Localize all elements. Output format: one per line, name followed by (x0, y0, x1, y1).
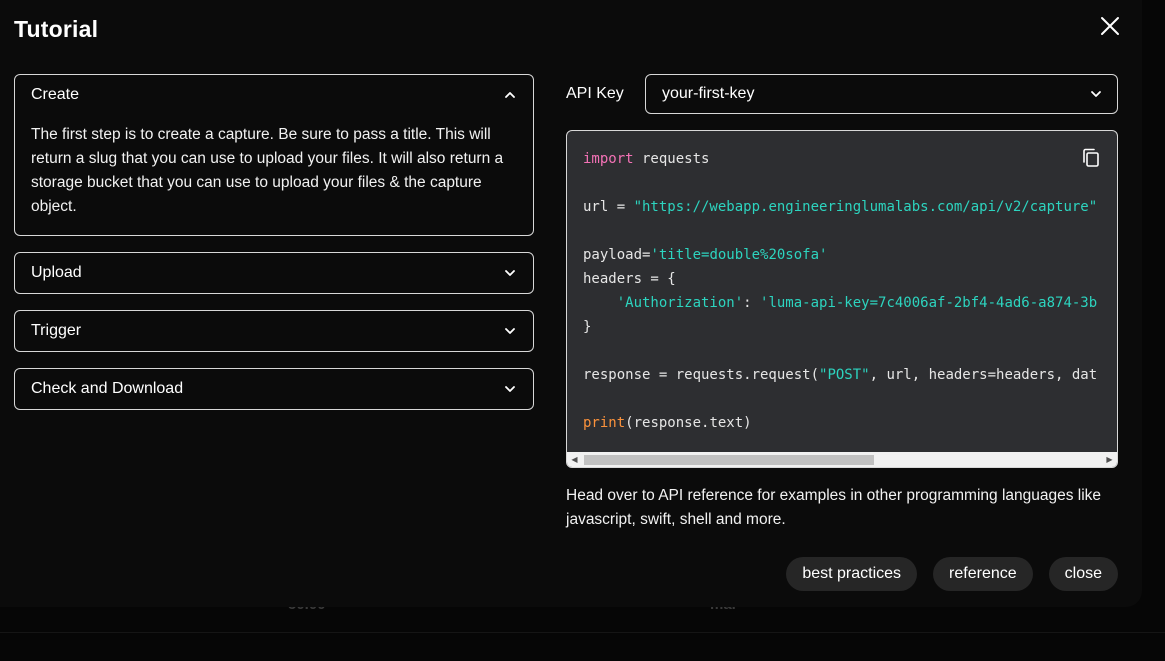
scrollbar-thumb[interactable] (584, 455, 874, 465)
code-token: 'luma-api-key=7c4006af-2bf4-4ad6-a874-3b (760, 295, 1098, 311)
tutorial-steps: Create The first step is to create a cap… (14, 74, 534, 426)
code-token: , url, headers=headers, dat (869, 367, 1098, 383)
modal-title: Tutorial (14, 16, 99, 42)
accordion-header-create[interactable]: Create (15, 75, 533, 115)
code-panel: API Key your-first-key import requests u… (566, 74, 1118, 591)
close-button[interactable]: close (1048, 557, 1118, 591)
code-token: } (583, 319, 592, 335)
code-block: import requests url = "https://webapp.en… (566, 130, 1118, 468)
scroll-left-icon[interactable]: ◀ (567, 452, 582, 467)
horizontal-scrollbar[interactable]: ◀ ▶ (567, 452, 1117, 467)
code-token: headers = { (583, 271, 676, 287)
background-divider (0, 632, 1165, 633)
code-token: 'title=double%20sofa' (650, 247, 828, 263)
code-token: url = (583, 199, 634, 215)
reference-button[interactable]: reference (933, 557, 1033, 591)
api-key-row: API Key your-first-key (566, 74, 1118, 114)
code-token: 'Authorization' (616, 295, 744, 311)
code-token: (response.text) (625, 415, 752, 431)
copy-icon[interactable] (1081, 147, 1101, 169)
code-token: : (743, 295, 761, 311)
accordion-label: Check and Download (31, 380, 184, 397)
accordion-item-upload: Upload (14, 252, 534, 294)
chevron-down-icon (503, 266, 517, 280)
chevron-up-icon (503, 88, 517, 102)
tutorial-modal: Tutorial Create The first step is to cre… (0, 0, 1142, 607)
footer-actions: best practices reference close (786, 557, 1118, 591)
accordion-label: Upload (31, 264, 82, 281)
accordion-header-check-and-download[interactable]: Check and Download (15, 369, 533, 409)
accordion-item-trigger: Trigger (14, 310, 534, 352)
chevron-down-icon (1089, 87, 1103, 101)
code-snippet: import requests url = "https://webapp.en… (583, 147, 1097, 435)
chevron-down-icon (503, 324, 517, 338)
accordion-label: Trigger (31, 322, 82, 339)
accordion-label: Create (31, 86, 80, 103)
api-reference-note: Head over to API reference for examples … (566, 487, 1102, 528)
code-token: payload= (583, 247, 651, 263)
accordion-item-create: Create The first step is to create a cap… (14, 74, 534, 236)
accordion-header-trigger[interactable]: Trigger (15, 311, 533, 351)
close-icon[interactable] (1098, 14, 1122, 38)
code-token: "POST" (819, 367, 870, 383)
code-token: "https://webapp.engineeringlumalabs.com/… (633, 199, 1098, 215)
scroll-right-icon[interactable]: ▶ (1102, 452, 1117, 467)
chevron-down-icon (503, 382, 517, 396)
api-key-label: API Key (566, 85, 624, 102)
code-token: import (583, 151, 634, 167)
accordion-item-check-and-download: Check and Download (14, 368, 534, 410)
api-key-select[interactable]: your-first-key (645, 74, 1118, 114)
code-token: print (583, 415, 626, 431)
best-practices-button[interactable]: best practices (786, 557, 918, 591)
accordion-body-create: The first step is to create a capture. B… (31, 126, 504, 215)
accordion-header-upload[interactable]: Upload (15, 253, 533, 293)
code-token: response = requests.request( (583, 367, 820, 383)
code-token: requests (633, 151, 710, 167)
api-key-value: your-first-key (662, 85, 755, 102)
